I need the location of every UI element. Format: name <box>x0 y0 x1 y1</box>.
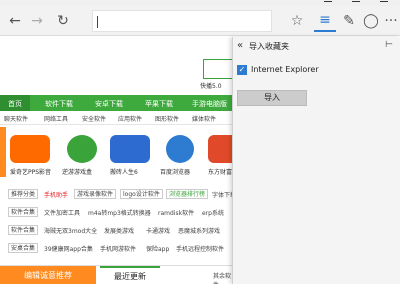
share-icon[interactable]: ◯ <box>360 10 382 32</box>
nav-home[interactable]: 首页 <box>8 99 22 109</box>
refresh-icon[interactable]: ↻ <box>52 10 74 32</box>
back-chevron-icon[interactable]: « <box>237 40 243 51</box>
row-link[interactable]: 恶魔城系列游戏 <box>178 226 220 235</box>
pane-title: 导入收藏夹 <box>249 42 289 51</box>
app-item[interactable]: 搬砖人生6 <box>110 135 154 176</box>
nav-mobile-games[interactable]: 手游电脑版 <box>192 99 227 109</box>
quick-label[interactable]: 快播5.0 <box>200 81 222 90</box>
row-tag[interactable]: 推荐分类 <box>8 189 39 199</box>
more-icon[interactable]: ··· <box>380 10 400 32</box>
app-logo <box>67 135 97 163</box>
row-link[interactable]: m4a转mp3格式转换器 <box>88 208 151 217</box>
ie-checkbox-label[interactable]: Internet Explorer <box>251 65 319 74</box>
row-link[interactable]: ramdisk软件 <box>158 208 194 217</box>
row-link[interactable]: 浏览器排行榜 <box>166 189 209 199</box>
app-logo <box>10 135 50 163</box>
recommend-ribbon <box>0 127 6 177</box>
address-bar[interactable] <box>92 10 272 32</box>
row-tag[interactable]: 软件合集 <box>8 207 39 217</box>
row-link[interactable]: 手机网游软件 <box>100 244 136 253</box>
row-link[interactable]: erp系统 <box>202 208 224 217</box>
row-link[interactable]: 文件加密工具 <box>44 208 80 217</box>
subnav-apps[interactable]: 应用软件 <box>118 114 142 123</box>
row-link[interactable]: 海贼无双3mod大全 <box>44 226 97 235</box>
nav-software[interactable]: 软件下载 <box>45 99 73 109</box>
notes-icon[interactable]: ✎ <box>338 10 360 32</box>
category-row: 软件合集 海贼无双3mod大全 发展类游戏 卡通游戏 恶魔城系列游戏 <box>0 223 232 237</box>
category-row: 安桌合集 39健康网app合集 手机网游软件 保险app 手机远程控制软件 <box>0 241 232 255</box>
main-nav: 首页 软件下载 安卓下载 苹果下载 手游电脑版 <box>0 95 232 111</box>
latest-updates-tab[interactable]: 最近更新 <box>100 266 160 284</box>
row-link[interactable]: 保险app <box>146 244 169 253</box>
category-row: 推荐分类 手机助手 游戏录像软件 logo设计软件 浏览器排行榜 字体下载 <box>0 187 232 201</box>
sub-nav: 聊天软件 网络工具 安全软件 应用软件 图形软件 媒体软件 <box>0 111 232 125</box>
search-box[interactable] <box>203 59 232 79</box>
subnav-chat[interactable]: 聊天软件 <box>4 114 28 123</box>
pin-icon[interactable]: ⊢ <box>385 40 393 50</box>
hub-icon[interactable]: ≡ <box>314 10 336 32</box>
row-link[interactable]: 卡通游戏 <box>146 226 170 235</box>
row-tag[interactable]: 软件合集 <box>8 225 39 235</box>
app-logo <box>208 135 232 163</box>
web-page: 快播5.0 首页 软件下载 安卓下载 苹果下载 手游电脑版 聊天软件 网络工具 … <box>0 37 232 284</box>
app-item[interactable]: 百度浏览器 <box>160 135 204 176</box>
ie-checkbox[interactable]: ✓ <box>237 65 247 75</box>
row-tag[interactable]: 安桌合集 <box>8 243 39 253</box>
nav-apple[interactable]: 苹果下载 <box>145 99 173 109</box>
row-link[interactable]: 39健康网app合集 <box>44 244 93 253</box>
app-item[interactable]: 逆游游戏盒 <box>62 135 106 176</box>
row-link[interactable]: 手机远程控制软件 <box>176 244 224 253</box>
nav-android[interactable]: 安卓下载 <box>95 99 123 109</box>
favorites-import-pane: « 导入收藏夹 ⊢ ✓ Internet Explorer 导入 <box>232 37 400 284</box>
row-link[interactable]: 游戏录像软件 <box>74 189 117 199</box>
forward-icon[interactable]: → <box>26 10 48 32</box>
subnav-media[interactable]: 媒体软件 <box>192 114 216 123</box>
app-logo <box>110 135 150 163</box>
row-link[interactable]: 发展类游戏 <box>104 226 134 235</box>
category-row: 软件合集 文件加密工具 m4a转mp3格式转换器 ramdisk软件 erp系统 <box>0 205 232 219</box>
others-label[interactable]: 其余软件 <box>213 271 232 284</box>
import-button[interactable]: 导入 <box>237 90 307 106</box>
row-link[interactable]: 手机助手 <box>44 190 68 199</box>
subnav-graphics[interactable]: 图形软件 <box>155 114 179 123</box>
nav-bar: ← → ↻ ☆ ≡ ✎ ◯ ··· <box>0 6 400 36</box>
back-icon[interactable]: ← <box>4 10 26 32</box>
app-logo <box>166 135 194 163</box>
editor-recommend-tab[interactable]: 编辑诚意推荐 <box>0 266 96 284</box>
section-tabs: 编辑诚意推荐 最近更新 其余软件 <box>0 265 232 284</box>
app-item[interactable]: 爱奇艺PPS影音 <box>10 135 54 176</box>
app-item[interactable]: 东方财富 <box>208 135 232 176</box>
browser-window: ← → ↻ ☆ ≡ ✎ ◯ ··· 快播5.0 首页 软件下载 安卓下载 苹果下… <box>0 0 400 284</box>
subnav-network[interactable]: 网络工具 <box>44 114 68 123</box>
star-icon[interactable]: ☆ <box>286 10 308 32</box>
subnav-security[interactable]: 安全软件 <box>82 114 106 123</box>
row-link[interactable]: logo设计软件 <box>120 189 163 199</box>
row-link[interactable]: 字体下载 <box>212 190 232 199</box>
